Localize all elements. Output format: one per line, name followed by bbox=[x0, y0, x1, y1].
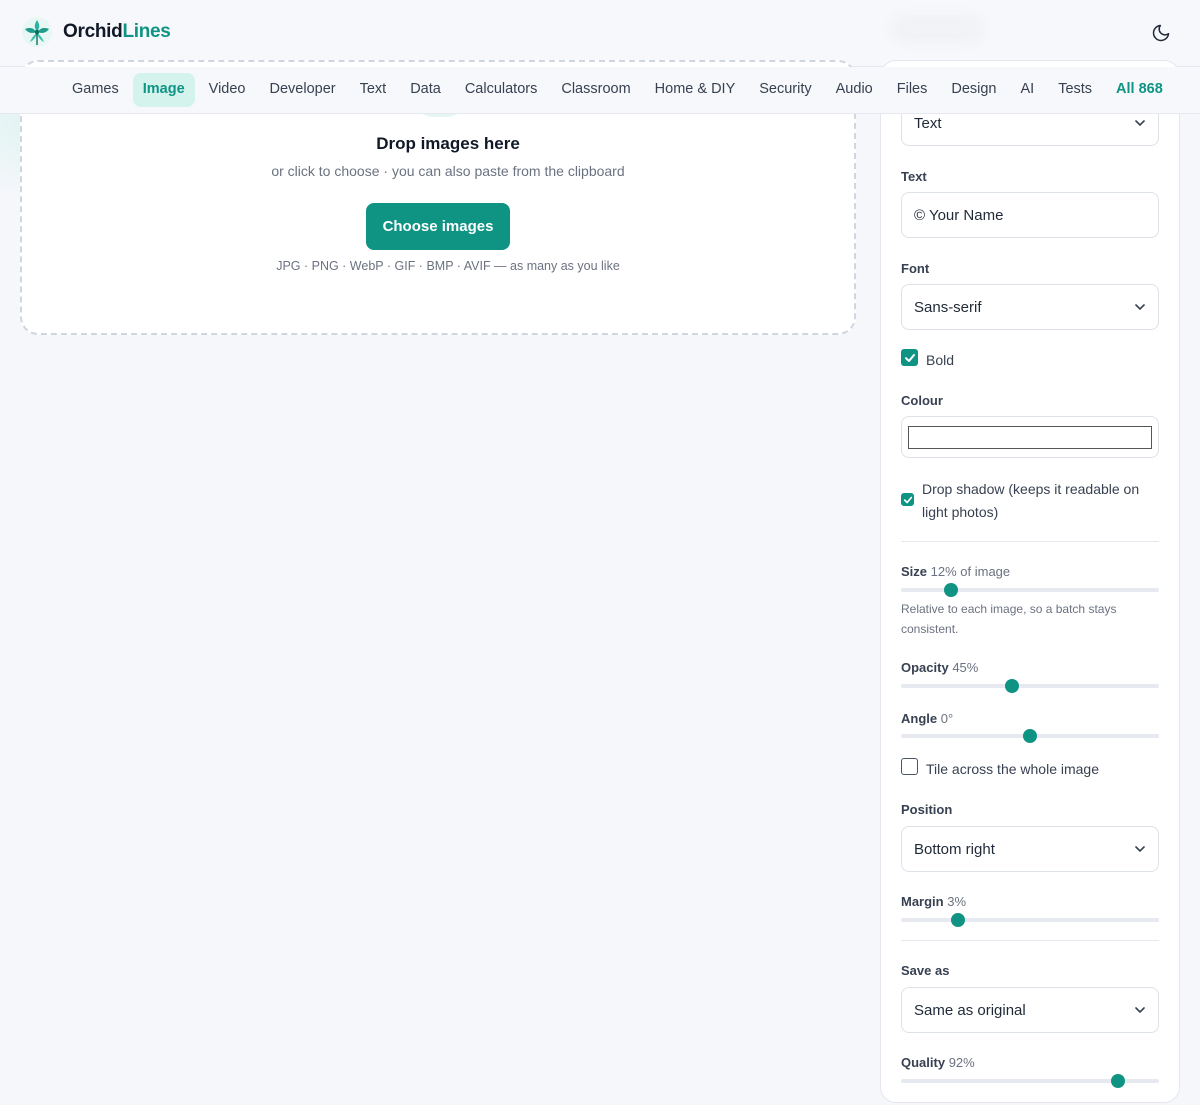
angle-value: 0° bbox=[940, 711, 954, 726]
orchid-logo-icon bbox=[22, 17, 52, 47]
nav-item-calculators[interactable]: Calculators bbox=[455, 73, 548, 107]
nav-item-games[interactable]: Games bbox=[62, 73, 129, 107]
position-select[interactable]: Bottom right bbox=[901, 826, 1159, 872]
size-value: 12% of image bbox=[930, 564, 1011, 579]
category-nav-list: Games Image Video Developer Text Data Calculat… bbox=[62, 73, 1177, 107]
colour-field-label: Colour bbox=[901, 393, 943, 408]
section-divider bbox=[901, 541, 1159, 542]
choose-images-button[interactable]: Choose images bbox=[366, 203, 510, 250]
opacity-slider[interactable] bbox=[901, 678, 1159, 694]
size-help-text: Relative to each image, so a batch stays… bbox=[901, 602, 1117, 636]
size-label: Size 12% of image bbox=[901, 564, 1010, 579]
moon-icon bbox=[1152, 24, 1170, 42]
margin-slider[interactable] bbox=[901, 912, 1159, 928]
blurred-header-element bbox=[890, 14, 985, 44]
save-as-select[interactable]: Same as original bbox=[901, 987, 1159, 1033]
save-as-select-value: Same as original bbox=[914, 1001, 1026, 1019]
theme-toggle-button[interactable] bbox=[1148, 20, 1174, 46]
checkmark-icon bbox=[903, 496, 912, 503]
nav-item-data[interactable]: Data bbox=[400, 73, 451, 107]
brand-name-part1: Orchid bbox=[63, 21, 123, 42]
brand-name: OrchidLines bbox=[63, 21, 171, 43]
supported-formats-hint: JPG · PNG · WebP · GIF · BMP · AVIF — as… bbox=[276, 259, 620, 273]
bold-checkbox-label: Bold bbox=[926, 352, 955, 368]
top-bar: OrchidLines bbox=[0, 0, 1200, 67]
quality-value: 92% bbox=[948, 1055, 975, 1070]
nav-item-audio[interactable]: Audio bbox=[826, 73, 883, 107]
nav-item-security[interactable]: Security bbox=[749, 73, 821, 107]
quality-slider[interactable] bbox=[901, 1073, 1159, 1089]
opacity-slider-thumb[interactable] bbox=[1004, 679, 1019, 693]
tile-checkbox[interactable] bbox=[901, 758, 918, 775]
size-slider-thumb[interactable] bbox=[944, 583, 959, 597]
tile-checkbox-label: Tile across the whole image bbox=[926, 761, 1100, 777]
margin-label-text: Margin bbox=[901, 894, 944, 909]
margin-label: Margin 3% bbox=[901, 894, 966, 909]
tile-checkbox-row[interactable]: Tile across the whole image bbox=[901, 758, 1099, 781]
font-select-value: Sans-serif bbox=[914, 298, 982, 316]
nav-item-video[interactable]: Video bbox=[199, 73, 256, 107]
drop-shadow-label: Drop shadow (keeps it readable on light … bbox=[922, 481, 1140, 520]
angle-slider-thumb[interactable] bbox=[1023, 729, 1037, 743]
quality-label-text: Quality bbox=[901, 1055, 946, 1070]
bold-checkbox[interactable] bbox=[901, 349, 918, 366]
margin-slider-thumb[interactable] bbox=[951, 913, 966, 927]
font-field-label: Font bbox=[901, 261, 930, 276]
text-field-label: Text bbox=[901, 169, 927, 184]
position-field-label: Position bbox=[901, 802, 953, 817]
section-divider bbox=[901, 940, 1159, 941]
opacity-label-text: Opacity bbox=[901, 660, 949, 675]
quality-slider-thumb[interactable] bbox=[1111, 1074, 1126, 1088]
position-select-value: Bottom right bbox=[914, 840, 995, 858]
angle-label-text: Angle bbox=[901, 711, 938, 726]
nav-item-developer[interactable]: Developer bbox=[260, 73, 346, 107]
nav-item-ai[interactable]: AI bbox=[1011, 73, 1045, 107]
nav-item-classroom[interactable]: Classroom bbox=[551, 73, 640, 107]
quality-label: Quality 92% bbox=[901, 1055, 975, 1070]
chevron-down-icon bbox=[1135, 846, 1145, 853]
angle-slider[interactable] bbox=[901, 728, 1159, 744]
opacity-slider-track bbox=[901, 684, 1159, 688]
size-label-text: Size bbox=[901, 564, 928, 579]
category-nav: Games Image Video Developer Text Data Calculat… bbox=[0, 67, 1200, 114]
opacity-value: 45% bbox=[952, 660, 979, 675]
drop-shadow-checkbox[interactable] bbox=[901, 493, 914, 506]
nav-item-tests[interactable]: Tests bbox=[1048, 73, 1102, 107]
angle-label: Angle 0° bbox=[901, 711, 953, 726]
checkmark-icon bbox=[904, 353, 915, 362]
drop-zone-title: Drop images here bbox=[376, 134, 520, 153]
chevron-down-icon bbox=[1135, 1007, 1145, 1014]
save-as-field-label: Save as bbox=[901, 963, 950, 978]
nav-item-files[interactable]: Files bbox=[887, 73, 938, 107]
size-slider-track bbox=[901, 588, 1159, 592]
size-slider[interactable] bbox=[901, 582, 1159, 598]
drop-zone-subtitle: or click to choose · you can also paste … bbox=[271, 163, 625, 179]
nav-item-home-diy[interactable]: Home & DIY bbox=[645, 73, 746, 107]
nav-item-all[interactable]: All 868 bbox=[1106, 73, 1173, 107]
opacity-label: Opacity 45% bbox=[901, 660, 978, 675]
brand-name-part2: Lines bbox=[122, 21, 171, 42]
bold-checkbox-row[interactable]: Bold bbox=[901, 349, 954, 372]
nav-item-text[interactable]: Text bbox=[350, 73, 397, 107]
brand-logo-link[interactable]: OrchidLines bbox=[21, 16, 171, 48]
chevron-down-icon bbox=[1135, 304, 1145, 311]
nav-item-design[interactable]: Design bbox=[941, 73, 1006, 107]
margin-slider-track bbox=[901, 918, 1159, 922]
chevron-down-icon bbox=[1135, 120, 1145, 127]
watermark-text-input[interactable] bbox=[901, 192, 1159, 238]
nav-item-image[interactable]: Image bbox=[132, 73, 195, 107]
colour-picker-field bbox=[901, 416, 1159, 458]
colour-picker-swatch[interactable] bbox=[908, 426, 1152, 449]
margin-value: 3% bbox=[947, 894, 967, 909]
drop-shadow-checkbox-row[interactable]: Drop shadow (keeps it readable on light … bbox=[901, 478, 1159, 524]
font-select[interactable]: Sans-serif bbox=[901, 284, 1159, 330]
watermark-type-value: Text bbox=[914, 114, 942, 132]
